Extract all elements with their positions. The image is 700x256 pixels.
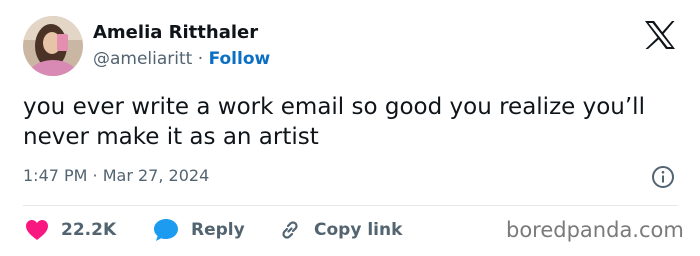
like-count: 22.2K [61,220,117,240]
tweet-timestamp[interactable]: 1:47 PM · Mar 27, 2024 [23,166,209,185]
copy-link-label: Copy link [314,220,403,240]
meta-separator: · [197,49,204,69]
watermark: boredpanda.com [506,218,684,242]
tweet-text: you ever write a work email so good you … [23,94,645,150]
profile-photo [23,16,83,76]
reply-button[interactable]: Reply [153,218,245,242]
reply-bubble-icon [154,219,178,241]
x-logo-icon[interactable] [643,20,677,50]
heart-icon [26,220,48,240]
author-name[interactable]: Amelia Ritthaler [93,22,258,43]
avatar[interactable] [23,16,83,76]
author-handle[interactable]: @ameliaritt [93,49,192,69]
divider [23,205,678,206]
like-button[interactable]: 22.2K [25,218,116,242]
follow-button[interactable]: Follow [209,49,271,69]
reply-label: Reply [191,220,245,240]
copy-link-button[interactable]: Copy link [278,218,402,242]
author-meta: @ameliaritt · Follow [93,49,270,69]
link-icon [282,221,298,239]
info-icon[interactable] [651,165,675,189]
